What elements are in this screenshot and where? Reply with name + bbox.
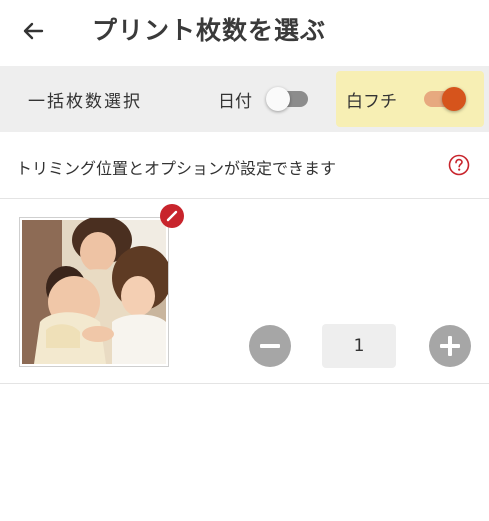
- back-button[interactable]: [16, 14, 50, 48]
- white-border-label: 白フチ: [346, 92, 397, 112]
- decrease-quantity-button[interactable]: [249, 325, 291, 367]
- photo-image: [22, 218, 168, 364]
- trimming-info-text: トリミング位置とオプションが設定できます: [16, 159, 337, 178]
- white-border-toggle-thumb: [442, 87, 466, 111]
- trimming-info-row: トリミング位置とオプションが設定できます: [0, 132, 489, 199]
- options-toolbar: 一括枚数選択 日付 白フチ: [0, 66, 489, 132]
- bulk-select-button[interactable]: 一括枚数選択: [28, 87, 142, 112]
- photo-thumbnail[interactable]: [19, 217, 169, 367]
- date-toggle-thumb: [266, 87, 290, 111]
- arrow-left-icon: [23, 22, 44, 40]
- minus-circle-icon: [260, 344, 280, 348]
- quantity-field[interactable]: 1: [322, 324, 396, 368]
- header: プリント枚数を選ぶ: [0, 0, 489, 64]
- edit-photo-button[interactable]: [160, 204, 184, 228]
- pencil-icon: [166, 210, 178, 222]
- plus-icon-vertical-bar: [448, 336, 452, 356]
- page-title: プリント枚数を選ぶ: [92, 16, 327, 45]
- photo-item-row: 1: [0, 199, 489, 384]
- increase-quantity-button[interactable]: [429, 325, 471, 367]
- white-border-toggle[interactable]: [422, 87, 466, 111]
- question-circle-icon[interactable]: [448, 154, 470, 176]
- date-label: 日付: [218, 92, 252, 112]
- date-toggle[interactable]: [266, 87, 310, 111]
